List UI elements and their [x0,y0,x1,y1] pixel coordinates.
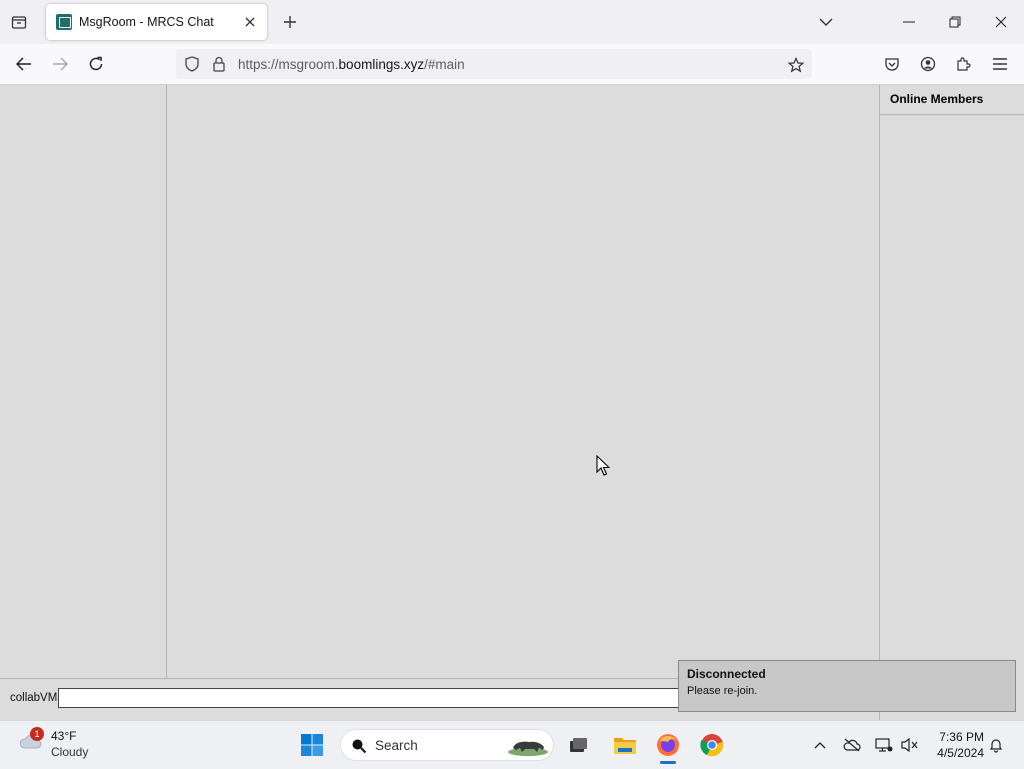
weather-temperature: 43°F [51,729,77,743]
username-label: collabVM [10,692,58,704]
url-suffix: /#main [424,57,465,72]
lock-icon[interactable] [212,56,226,75]
firefox-icon[interactable] [651,729,685,761]
online-members-panel: Online Members [879,85,1024,720]
system-clock[interactable]: 7:36 PM 4/5/2024 [926,729,984,761]
notification-title: Disconnected [687,667,766,681]
clock-time: 7:36 PM [939,730,984,744]
onedrive-offline-icon[interactable] [842,735,862,755]
restore-window-icon[interactable] [932,0,978,44]
channel-sidebar [0,85,167,678]
weather-condition: Cloudy [51,745,89,759]
account-icon[interactable] [915,52,941,76]
show-hidden-icons-chevron-icon[interactable] [810,735,830,755]
disconnected-notification[interactable]: Disconnected Please re-join. [678,660,1016,712]
volume-muted-icon[interactable] [900,735,920,755]
reload-icon[interactable] [83,52,109,76]
notification-bell-icon[interactable] [986,735,1006,755]
url-bar[interactable]: https://msgroom.boomlings.xyz/#main [176,49,812,79]
minimize-window-icon[interactable] [886,0,932,44]
task-view-icon[interactable] [561,729,595,761]
message-input[interactable] [58,688,698,708]
bookmark-star-icon[interactable] [786,55,806,75]
search-placeholder: Search [375,738,418,753]
online-members-title: Online Members [880,85,1024,115]
search-icon [351,738,367,757]
notification-message: Please re-join. [687,685,758,697]
network-disconnected-icon[interactable] [874,735,894,755]
firefox-view-icon[interactable] [8,11,30,33]
url-host: boomlings.xyz [338,57,425,72]
forward-arrow-icon[interactable] [47,52,73,76]
active-tab[interactable]: MsgRoom - MRCS Chat [46,4,267,40]
msgroom-favicon-icon [56,14,72,30]
browser-tab-bar: MsgRoom - MRCS Chat [0,0,1024,44]
tab-title: MsgRoom - MRCS Chat [79,15,214,29]
close-tab-icon[interactable] [239,11,261,33]
windows-taskbar: 1 43°F Cloudy Search 7:36 PM 4/5/2024 [0,720,1024,769]
clock-date: 4/5/2024 [937,746,984,760]
weather-widget[interactable]: 1 43°F Cloudy [14,727,114,763]
new-tab-plus-icon[interactable] [279,11,301,33]
weather-alert-badge: 1 [30,727,44,741]
pocket-icon[interactable] [879,52,905,76]
search-highlight-illustration-icon [508,741,548,756]
file-explorer-icon[interactable] [608,729,642,761]
extensions-puzzle-icon[interactable] [951,52,977,76]
url-prefix: https://msgroom. [238,57,339,72]
url-text[interactable]: https://msgroom.boomlings.xyz/#main [238,57,465,72]
close-window-icon[interactable] [978,0,1024,44]
browser-nav-bar: https://msgroom.boomlings.xyz/#main [0,44,1024,85]
windows-start-icon[interactable] [300,733,324,757]
mouse-cursor-icon [596,454,611,480]
back-arrow-icon[interactable] [11,52,37,76]
tracking-protection-shield-icon[interactable] [184,56,200,75]
msgroom-page: Online Members collabVM Disconnected Ple… [0,85,1024,720]
chrome-icon[interactable] [695,729,729,761]
chat-message-area[interactable] [167,85,879,678]
taskbar-search-box[interactable]: Search [340,729,554,761]
active-app-indicator [660,761,676,764]
hamburger-menu-icon[interactable] [987,52,1013,76]
list-all-tabs-chevron-icon[interactable] [815,11,837,33]
